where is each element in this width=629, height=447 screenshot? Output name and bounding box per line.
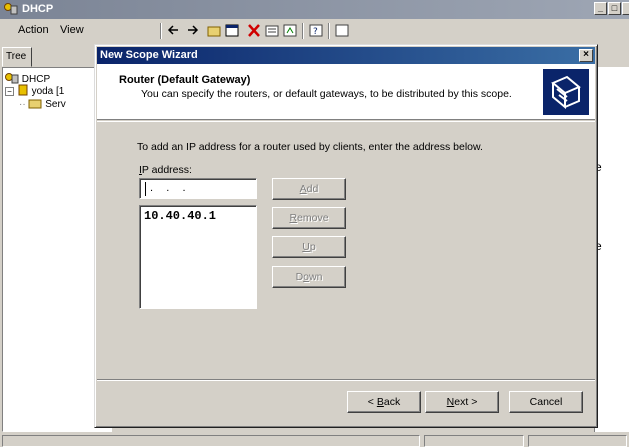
add-button[interactable]: Add (272, 178, 346, 200)
dhcp-app-icon (4, 3, 18, 15)
details-pane: e e (594, 67, 629, 432)
status-bar (0, 434, 629, 447)
tree-item-yoda[interactable]: − yoda [1 (5, 84, 64, 97)
main-title-bar: DHCP _ □ (0, 0, 629, 19)
window-icon[interactable] (224, 23, 240, 38)
maximize-icon[interactable]: □ (608, 2, 621, 15)
server-node-icon (18, 84, 28, 96)
back-button[interactable]: < Back (347, 391, 421, 413)
tree-item-label: Serv (45, 99, 66, 110)
close-icon[interactable]: × (579, 49, 593, 62)
ip-input-value: . . . (146, 182, 187, 194)
tab-tree[interactable]: Tree (2, 47, 32, 67)
accelerator-key: B (376, 396, 384, 408)
router-address-list[interactable]: 10.40.40.1 (139, 205, 257, 309)
ip-address-input[interactable]: . . . (139, 178, 257, 199)
page-subtitle: You can specify the routers, or default … (141, 88, 512, 100)
wizard-router-icon (543, 69, 589, 115)
main-window-title: DHCP (22, 3, 54, 15)
forward-arrow-icon[interactable] (184, 23, 200, 38)
page-title: Router (Default Gateway) (119, 74, 251, 86)
properties-icon[interactable] (264, 23, 280, 38)
accelerator-key: U (302, 241, 310, 253)
ip-address-label: IP address: (139, 164, 192, 176)
list-item[interactable]: 10.40.40.1 (144, 209, 216, 223)
wizard-title-bar: New Scope Wizard × (97, 47, 595, 64)
accelerator-key: A (299, 183, 307, 195)
status-cell (2, 435, 420, 447)
dhcp-node-icon (5, 73, 19, 84)
next-button[interactable]: Next > (425, 391, 499, 413)
up-button[interactable]: Up (272, 236, 346, 258)
svg-text:?: ? (313, 27, 318, 37)
refresh-icon[interactable] (282, 23, 298, 38)
footer-divider (97, 379, 595, 381)
folder-icon (28, 99, 42, 109)
accelerator-key: R (289, 212, 298, 224)
tree-item-server-options[interactable]: ·· Serv (19, 97, 66, 110)
menu-view[interactable]: View (60, 24, 84, 36)
down-button[interactable]: Down (272, 266, 346, 288)
toolbar-separator (302, 23, 304, 39)
wizard-header: Router (Default Gateway) You can specify… (97, 64, 595, 120)
accelerator-key: o (303, 271, 309, 283)
accelerator-key: N (446, 396, 455, 408)
delete-icon[interactable] (246, 23, 262, 38)
ip-label-text: P address: (141, 164, 192, 176)
status-cell (528, 435, 627, 447)
folder-up-icon[interactable] (206, 23, 222, 38)
new-scope-wizard-dialog: New Scope Wizard × Router (Default Gatew… (94, 44, 598, 428)
back-arrow-icon[interactable] (166, 23, 182, 38)
remove-button[interactable]: Remove (272, 207, 346, 229)
minimize-icon[interactable]: _ (594, 2, 607, 15)
console-icon[interactable] (334, 23, 350, 38)
tree-connector: ·· (19, 99, 26, 110)
expand-collapse-icon[interactable]: − (5, 87, 14, 96)
instruction-text: To add an IP address for a router used b… (137, 141, 483, 153)
cancel-button[interactable]: Cancel (509, 391, 583, 413)
status-cell (424, 435, 524, 447)
wizard-title: New Scope Wizard (100, 49, 198, 61)
toolbar-separator (160, 23, 162, 39)
toolbar: ? (160, 21, 390, 41)
tree-item-label: yoda [1 (31, 86, 65, 97)
header-divider (97, 121, 595, 122)
menu-action[interactable]: Action (18, 24, 49, 36)
help-icon[interactable]: ? (308, 23, 324, 38)
toolbar-separator (328, 23, 330, 39)
close-icon[interactable] (622, 2, 629, 15)
